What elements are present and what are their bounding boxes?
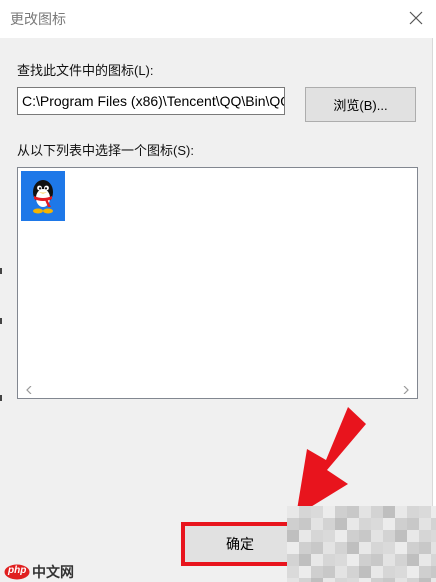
red-arrow-annotation	[296, 407, 366, 516]
mosaic-overlay	[287, 506, 436, 582]
ok-button[interactable]: 确定	[181, 522, 299, 566]
watermark-logo-text: php	[8, 565, 27, 576]
watermark-text: 中文网	[32, 564, 74, 580]
